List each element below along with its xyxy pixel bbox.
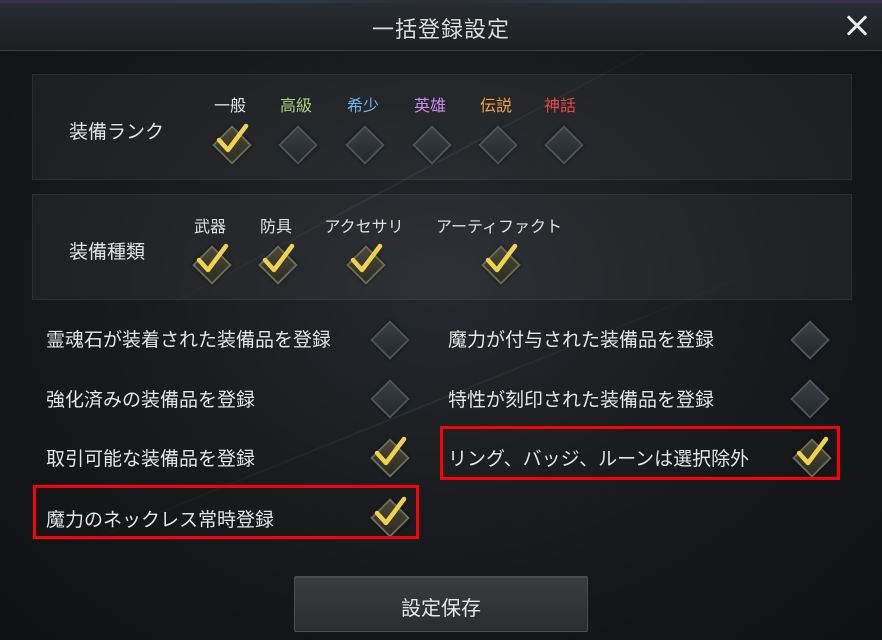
checkmark-icon: [350, 243, 383, 273]
rank-checkbox-high[interactable]: [274, 121, 318, 165]
rank-label-high: 高級: [279, 96, 312, 115]
checkmark-icon: [262, 243, 295, 273]
checkbox-diamond: [345, 125, 385, 165]
equipment-type-section: 装備種類: [32, 194, 852, 300]
close-icon[interactable]: [840, 8, 874, 42]
title-bar: 一括登録設定: [0, 0, 882, 51]
option-label-enhanced: 強化済みの装備品を登録: [46, 389, 256, 411]
option-checkbox-enchanted[interactable]: [786, 316, 830, 360]
checkbox-diamond: [478, 125, 518, 165]
checkmark-icon: [196, 243, 229, 273]
checkmark-icon: [485, 243, 518, 273]
rank-label-myth: 神話: [543, 96, 576, 115]
settings-dialog: 一括登録設定 装備ランク 装備種類 一般 高級 希少 英雄 伝説 神話 武器 防…: [0, 0, 882, 640]
option-checkbox-soulstone[interactable]: [366, 316, 410, 360]
highlight-box: [440, 426, 840, 480]
dialog-title: 一括登録設定: [371, 18, 510, 43]
rank-checkbox-hero[interactable]: [408, 121, 452, 165]
option-label-soulstone: 霊魂石が装着された装備品を登録: [46, 329, 332, 351]
checkbox-diamond: [790, 320, 830, 360]
type-checkbox-armor[interactable]: [254, 241, 298, 285]
rank-checkbox-rare[interactable]: [341, 121, 385, 165]
checkbox-diamond: [370, 379, 410, 419]
option-checkbox-engraved[interactable]: [786, 375, 830, 419]
checkmark-icon: [374, 436, 407, 466]
option-label-tradable: 取引可能な装備品を登録: [46, 448, 256, 470]
type-label-accessory: アクセサリ: [324, 217, 404, 236]
type-label-weapon: 武器: [193, 217, 226, 236]
checkbox-diamond: [412, 125, 452, 165]
type-label-artifact: アーティファクト: [435, 217, 563, 236]
type-label-armor: 防具: [259, 217, 292, 236]
rank-checkbox-legend[interactable]: [474, 121, 518, 165]
type-checkbox-artifact[interactable]: [477, 241, 521, 285]
checkmark-icon: [216, 123, 249, 153]
equipment-type-label: 装備種類: [69, 241, 146, 263]
rank-checkbox-myth[interactable]: [540, 121, 584, 165]
save-settings-button[interactable]: 設定保存: [294, 576, 588, 632]
rank-label-legend: 伝説: [479, 96, 512, 115]
save-settings-label: 設定保存: [401, 596, 481, 620]
option-checkbox-tradable[interactable]: [366, 434, 410, 478]
rank-label-hero: 英雄: [413, 96, 446, 115]
equipment-rank-label: 装備ランク: [69, 121, 165, 143]
rank-label-normal: 一般: [213, 96, 246, 115]
highlight-box: [33, 485, 419, 539]
option-label-engraved: 特性が刻印された装備品を登録: [448, 389, 715, 411]
checkbox-diamond: [790, 379, 830, 419]
option-checkbox-enhanced[interactable]: [366, 375, 410, 419]
title-accent-line: [0, 0, 882, 3]
type-checkbox-accessory[interactable]: [342, 241, 386, 285]
checkbox-diamond: [370, 320, 410, 360]
rank-label-rare: 希少: [346, 96, 379, 115]
checkbox-diamond: [544, 125, 584, 165]
checkbox-diamond: [278, 125, 318, 165]
rank-checkbox-normal[interactable]: [208, 121, 252, 165]
type-checkbox-weapon[interactable]: [188, 241, 232, 285]
option-label-enchanted: 魔力が付与された装備品を登録: [448, 329, 715, 351]
